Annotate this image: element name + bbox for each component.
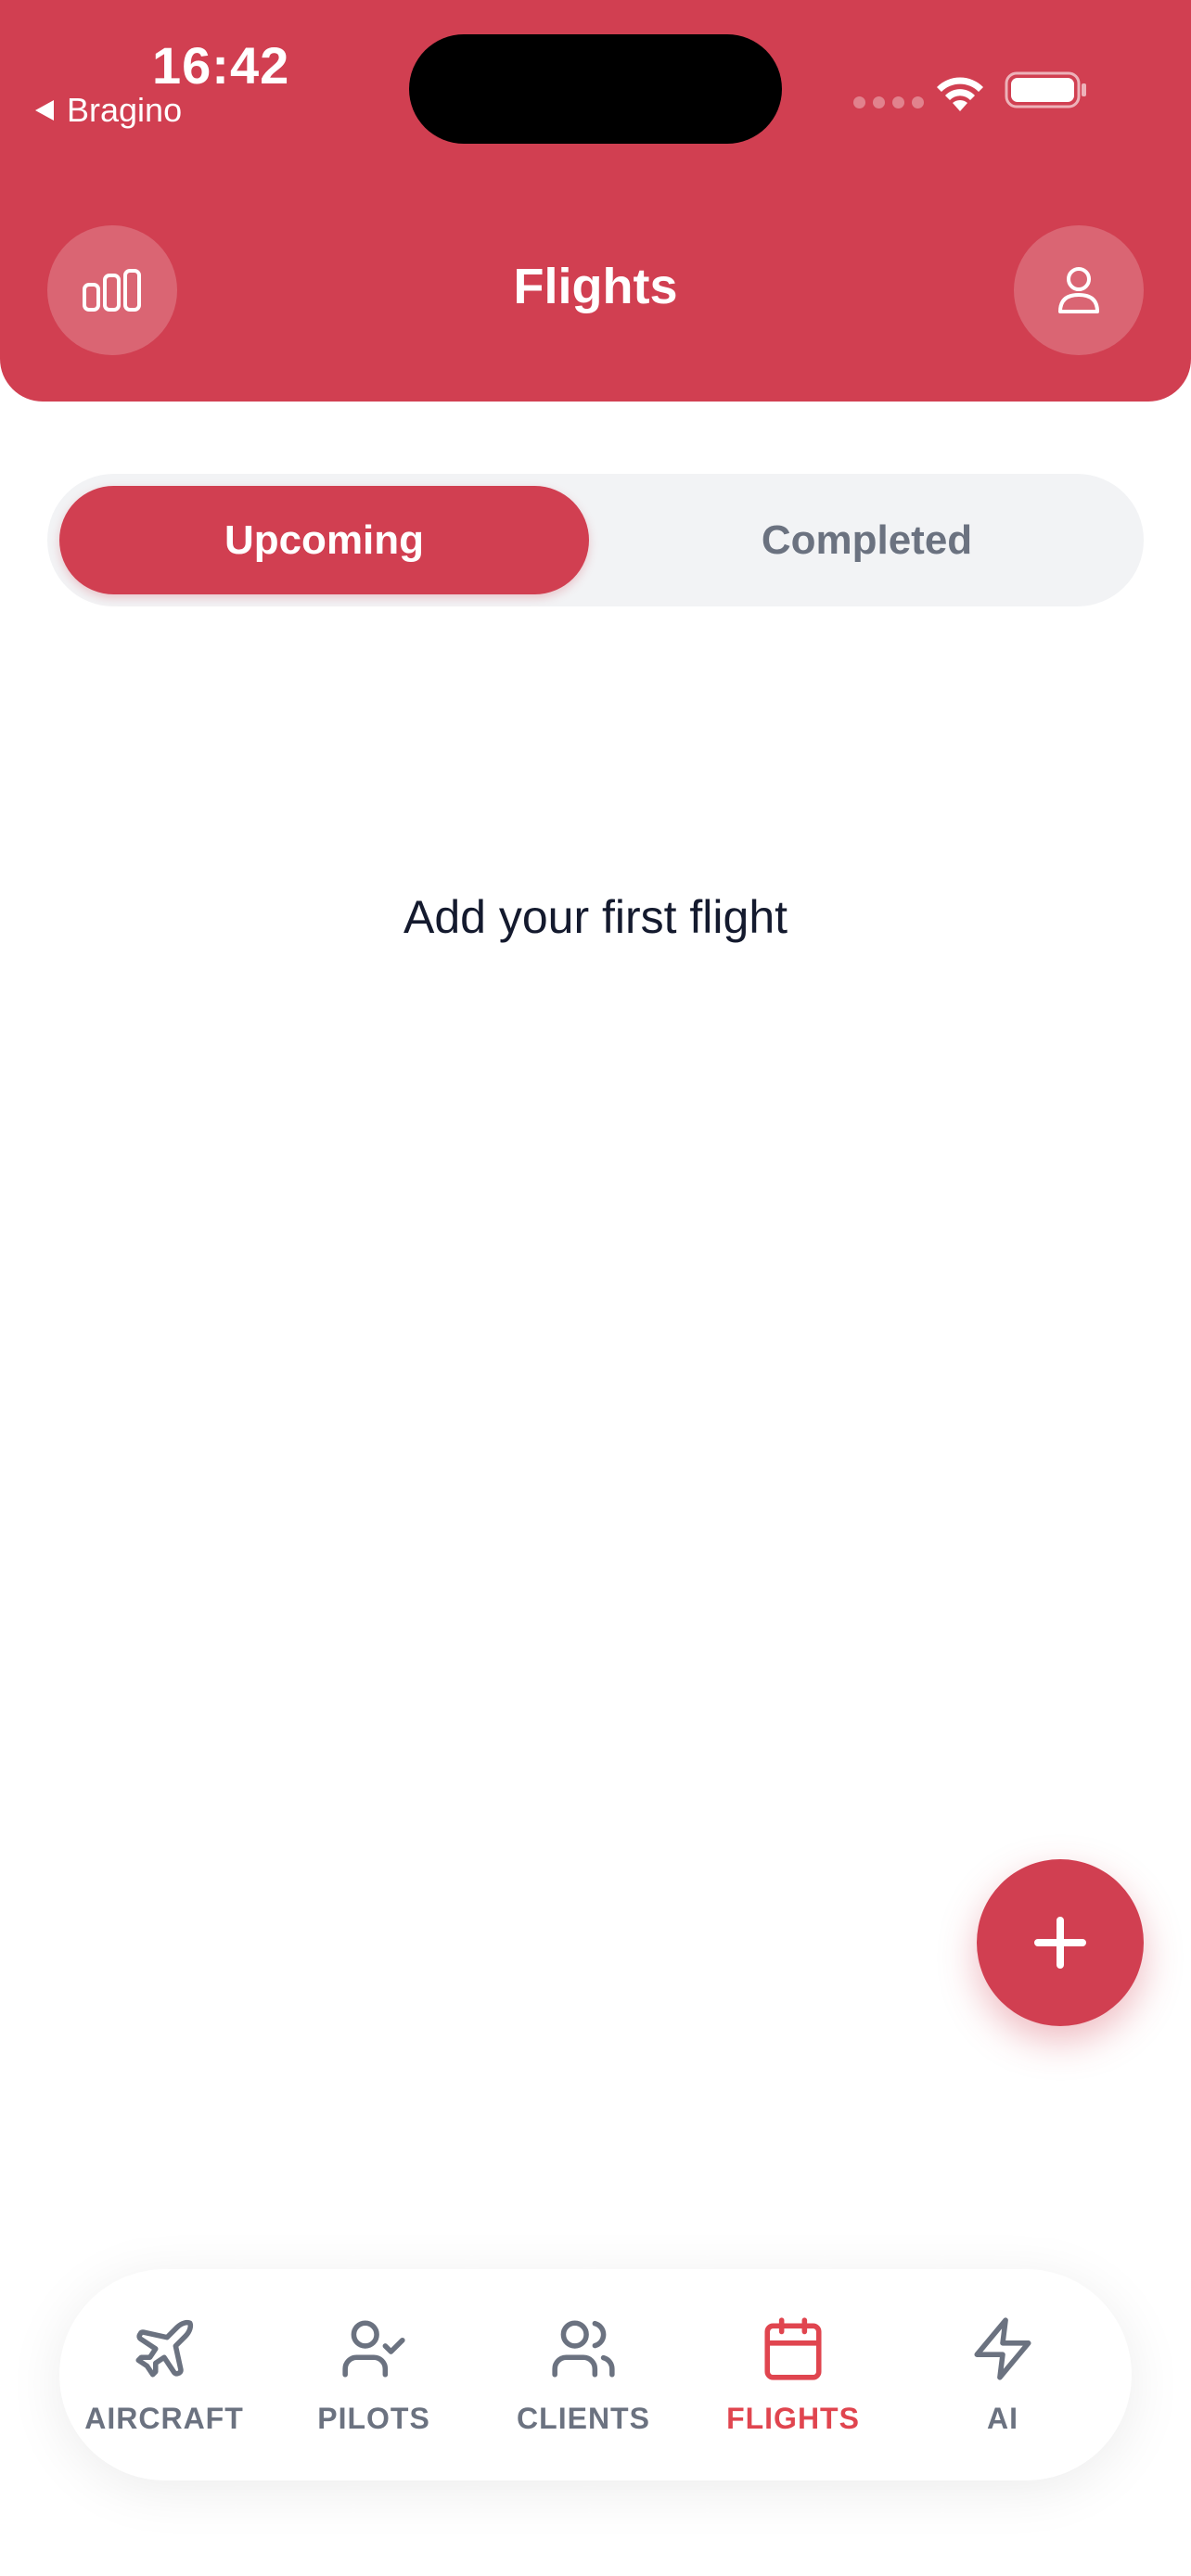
user-icon: [1058, 267, 1099, 313]
back-app-label: Bragino: [67, 91, 183, 129]
nav-item-ai[interactable]: AI: [898, 2269, 1108, 2480]
header: 16:42 Bragino Flights: [0, 0, 1191, 402]
nav-item-flights[interactable]: FLIGHTS: [688, 2269, 898, 2480]
profile-button[interactable]: [1014, 225, 1144, 355]
tab-upcoming[interactable]: Upcoming: [59, 486, 589, 594]
battery-icon: [1005, 71, 1086, 108]
nav-label-pilots: PILOTS: [317, 2401, 430, 2435]
airplane-icon: [135, 2319, 194, 2378]
back-to-app-link[interactable]: Bragino: [35, 91, 182, 130]
flights-screen: 16:42 Bragino Flights Upcoming Completed…: [0, 0, 1191, 2576]
status-time: 16:42: [152, 36, 290, 95]
empty-state-message: Add your first flight: [403, 891, 788, 943]
tab-completed[interactable]: Completed: [602, 486, 1132, 594]
flight-status-tabs: Upcoming Completed: [47, 474, 1144, 606]
calendar-icon: [764, 2316, 822, 2380]
user-check-icon: [342, 2319, 405, 2378]
page-title: Flights: [513, 259, 678, 314]
add-flight-button[interactable]: [977, 1859, 1144, 2026]
users-icon: [552, 2319, 615, 2378]
nav-item-pilots[interactable]: PILOTS: [269, 2269, 479, 2480]
nav-label-flights: FLIGHTS: [726, 2401, 860, 2435]
cellular-signal-icon: [853, 96, 924, 108]
nav-label-clients: CLIENTS: [517, 2401, 650, 2435]
wifi-icon: [937, 77, 983, 111]
nav-label-ai: AI: [987, 2401, 1018, 2435]
lightning-icon: [974, 2316, 1031, 2380]
nav-item-aircraft[interactable]: AIRCRAFT: [59, 2269, 269, 2480]
back-triangle-icon: [35, 100, 54, 121]
plus-icon: [1034, 1917, 1086, 1969]
nav-label-aircraft: AIRCRAFT: [84, 2401, 244, 2435]
dynamic-island: [409, 34, 782, 144]
nav-item-clients[interactable]: CLIENTS: [479, 2269, 688, 2480]
bottom-nav: AIRCRAFT PILOTS CLIENTS FLIGHTS AI: [59, 2269, 1132, 2480]
